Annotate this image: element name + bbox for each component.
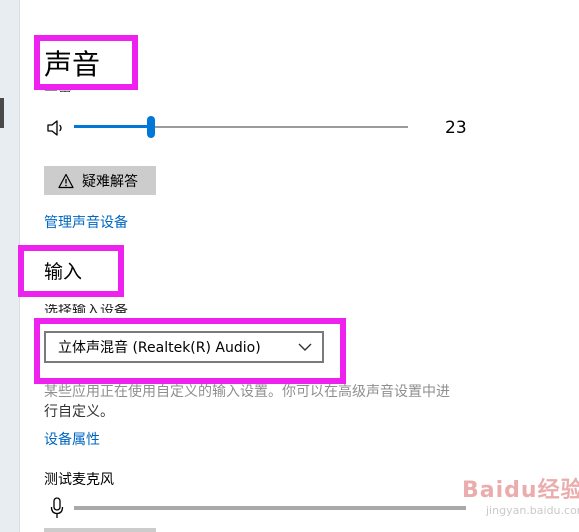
watermark: Baidu经验 jingyan.baidu.com bbox=[462, 472, 579, 528]
speaker-icon[interactable] bbox=[46, 119, 66, 137]
input-device-label: 选择输入设备 bbox=[44, 304, 128, 313]
input-device-selected-value: 立体声混音 (Realtek(R) Audio) bbox=[58, 340, 261, 356]
microphone-icon bbox=[50, 497, 64, 518]
microphone-level-meter bbox=[74, 506, 466, 510]
volume-label: 音量 bbox=[44, 86, 72, 92]
page-title: 声音 bbox=[44, 48, 101, 81]
test-microphone-label: 测试麦克风 bbox=[44, 472, 114, 488]
troubleshoot-button[interactable]: 疑难解答 bbox=[44, 166, 156, 195]
volume-value: 23 bbox=[445, 118, 467, 138]
input-section-title: 输入 bbox=[44, 261, 83, 283]
bottom-button[interactable] bbox=[44, 528, 156, 532]
watermark-url: jingyan.baidu.com bbox=[486, 504, 579, 517]
volume-slider-fill bbox=[74, 125, 151, 128]
navigation-pane-edge bbox=[0, 0, 20, 532]
watermark-logo: Baidu经验 bbox=[462, 478, 579, 503]
input-device-select[interactable]: 立体声混音 (Realtek(R) Audio) bbox=[44, 331, 324, 363]
manage-sound-devices-link[interactable]: 管理声音设备 bbox=[44, 214, 128, 232]
troubleshoot-button-label: 疑难解答 bbox=[82, 173, 138, 190]
input-description: 某些应用正在使用自定义的输入设置。你可以在高级声音设置中进 行自定义。 bbox=[44, 382, 494, 422]
volume-slider[interactable] bbox=[74, 116, 408, 138]
input-description-line-1: 某些应用正在使用自定义的输入设置。你可以在高级声音设置中进 bbox=[44, 384, 450, 400]
input-description-line-2: 行自定义。 bbox=[44, 404, 114, 420]
nav-selection-marker bbox=[0, 98, 4, 128]
device-properties-link[interactable]: 设备属性 bbox=[44, 431, 100, 449]
volume-slider-thumb[interactable] bbox=[147, 116, 155, 138]
chevron-down-icon bbox=[298, 343, 312, 351]
warning-icon bbox=[58, 173, 74, 188]
pane-divider bbox=[19, 0, 20, 532]
